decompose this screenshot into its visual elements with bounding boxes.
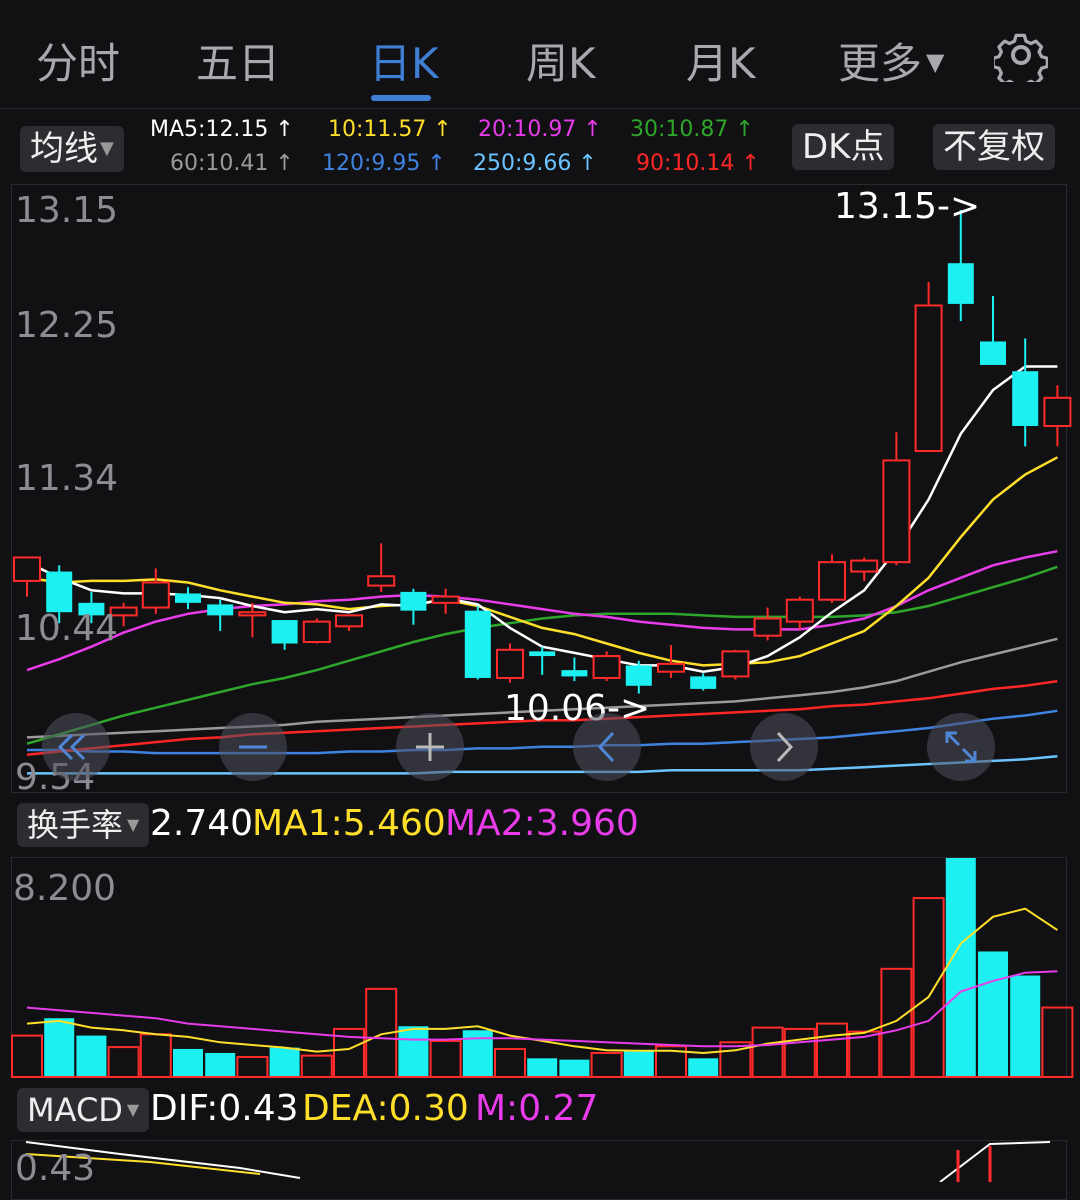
turnover-bar [236,1055,269,1078]
macd-selector[interactable]: MACD ▼ [17,1088,150,1132]
macd-selector-label: MACD [27,1091,123,1129]
macd-dea: DEA:0.30 [302,1088,469,1129]
turnover-chart[interactable] [0,0,1080,1090]
turnover-bar [205,1052,236,1077]
turnover-bar [880,967,913,1079]
turnover-ma1-line [26,907,1058,1055]
macd-dif: DIF:0.43 [150,1088,299,1129]
turnover-axis-label: 8.200 [13,868,117,909]
turnover-bar [559,1059,590,1077]
turnover-bar [783,1027,816,1079]
turnover-bar [816,1022,848,1079]
turnover-bar [269,1047,300,1077]
turnover-bar [688,1058,719,1077]
turnover-bar [139,1033,172,1079]
turnover-bar [44,1018,75,1077]
turnover-bar [623,1050,654,1077]
turnover-bar [1041,1006,1074,1078]
turnover-bar [1010,975,1041,1077]
turnover-bar [527,1058,558,1077]
turnover-bar [429,1039,462,1078]
turnover-bar [173,1048,203,1077]
turnover-ma2-line [26,970,1058,1048]
turnover-bar [462,1030,493,1077]
macd-m: M:0.27 [475,1088,599,1129]
turnover-bar [398,1026,429,1077]
turnover-bar [107,1046,140,1078]
turnover-bar [945,858,976,1077]
turnover-bar [751,1026,784,1078]
turnover-bar [76,1035,107,1077]
turnover-bar [300,1054,333,1079]
turnover-bar [912,897,945,1078]
turnover-bar [494,1047,526,1078]
turnover-bar [978,951,1008,1077]
caret-down-icon: ▼ [126,1100,140,1119]
macd-axis-label: 0.43 [15,1148,96,1189]
turnover-bar [11,1034,43,1078]
macd-chart[interactable] [0,1140,1080,1182]
turnover-bar [590,1051,623,1078]
